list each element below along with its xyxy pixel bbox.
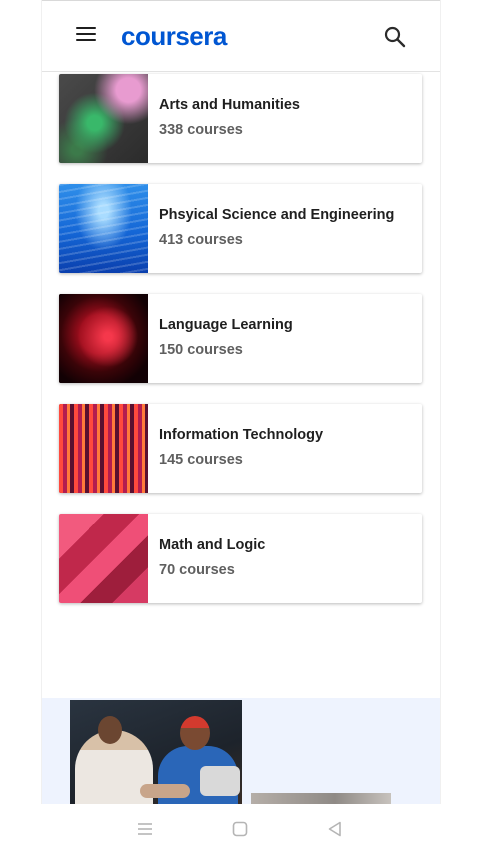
home-icon[interactable] (231, 820, 249, 838)
hamburger-menu-icon[interactable] (76, 27, 96, 45)
category-title: Arts and Humanities (159, 97, 300, 113)
category-thumbnail (59, 404, 148, 493)
app-screen: coursera Arts and Humanities 338 courses… (41, 0, 441, 804)
coursera-logo[interactable]: coursera (121, 19, 227, 53)
category-course-count: 338 courses (159, 122, 243, 138)
category-course-count: 70 courses (159, 562, 235, 578)
category-card-arts-and-humanities[interactable]: Arts and Humanities 338 courses (59, 74, 422, 163)
system-navigation-bar (0, 804, 480, 853)
category-title: Phsyical Science and Engineering (159, 207, 395, 223)
category-card-physical-science-and-engineering[interactable]: Phsyical Science and Engineering 413 cou… (59, 184, 422, 273)
category-course-count: 145 courses (159, 452, 243, 468)
back-icon[interactable] (326, 820, 344, 838)
category-course-count: 150 courses (159, 342, 243, 358)
category-thumbnail (59, 514, 148, 603)
recent-apps-icon[interactable] (136, 820, 154, 838)
category-thumbnail (59, 294, 148, 383)
category-title: Information Technology (159, 427, 324, 443)
promo-photo (70, 700, 242, 804)
app-header: coursera (42, 1, 440, 72)
category-card-language-learning[interactable]: Language Learning 150 courses (59, 294, 422, 383)
promo-banner[interactable] (42, 698, 440, 804)
search-icon[interactable] (384, 26, 406, 48)
category-card-math-and-logic[interactable]: Math and Logic 70 courses (59, 514, 422, 603)
category-title: Math and Logic (159, 537, 266, 553)
promo-secondary-photo (251, 793, 391, 804)
category-title: Language Learning (159, 317, 293, 333)
category-thumbnail (59, 74, 148, 163)
category-thumbnail (59, 184, 148, 273)
category-card-information-technology[interactable]: Information Technology 145 courses (59, 404, 422, 493)
category-course-count: 413 courses (159, 232, 243, 248)
category-list: Arts and Humanities 338 courses Phsyical… (59, 74, 422, 624)
